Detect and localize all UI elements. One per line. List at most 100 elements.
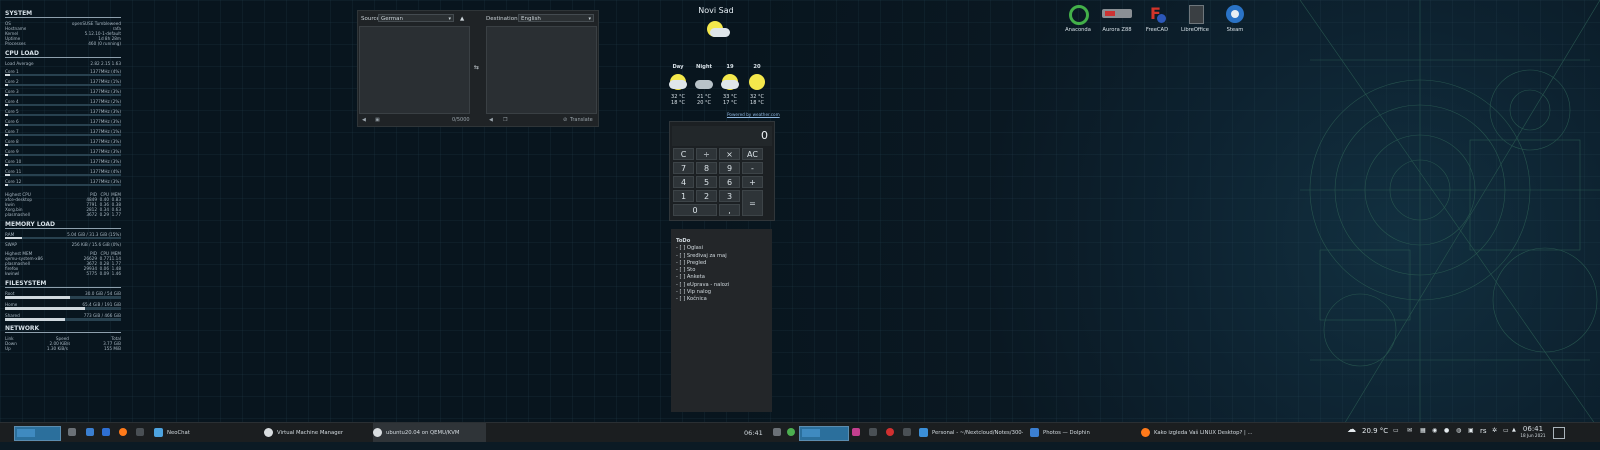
app-icon-gray[interactable] <box>903 428 911 436</box>
screen-icon[interactable] <box>773 428 781 436</box>
cpu-core-bar <box>5 174 121 176</box>
firefox-icon <box>1141 428 1150 437</box>
calculator-key[interactable]: AC <box>742 148 763 160</box>
todo-item: - [ ] Anketa <box>676 274 705 281</box>
translate-button[interactable]: Translate <box>570 117 593 124</box>
task-neochat[interactable]: NeoChat <box>154 423 190 442</box>
destination-text-area[interactable] <box>486 26 597 114</box>
calculator-key[interactable]: 7 <box>673 162 694 174</box>
weather-tray-icon[interactable]: ☁ <box>1347 425 1356 435</box>
sun-cloud-icon <box>666 73 690 91</box>
vivaldi-icon[interactable] <box>886 428 894 436</box>
section-title-memory: MEMORY LOAD <box>5 222 121 229</box>
todo-item: - [ ] Sto <box>676 267 696 274</box>
system-info-label: Processes <box>5 41 26 46</box>
app-menu-icon[interactable] <box>68 428 76 436</box>
process-cell: plasmashell <box>5 212 30 217</box>
calculator-key[interactable]: 0 <box>673 204 717 216</box>
refresh-icon[interactable] <box>787 428 795 436</box>
calculator-key[interactable]: 5 <box>696 176 717 188</box>
blueprint-decoration <box>1300 0 1600 431</box>
filesystem-bar <box>5 307 121 310</box>
firefox-icon[interactable] <box>119 428 127 436</box>
destination-language-value: English <box>521 16 541 22</box>
show-desktop-button[interactable] <box>1553 427 1565 439</box>
speak-target-icon[interactable]: ◀ <box>489 117 493 124</box>
mail-icon[interactable]: ✉ <box>1407 427 1412 434</box>
desktop-icon-libreoffice[interactable]: LibreOffice <box>1175 4 1215 33</box>
cpu-core-bar <box>5 134 121 136</box>
clock[interactable]: 06:41 18 Jun 2021 <box>1520 425 1546 438</box>
swap-languages-button[interactable]: ⇆ <box>474 64 479 71</box>
calculator-key[interactable]: × <box>719 148 740 160</box>
system-info-row: Processes 460 (0 running) <box>5 41 121 46</box>
cpu-core-bar <box>5 144 121 146</box>
section-title-system: SYSTEM <box>5 11 121 18</box>
terminal-icon[interactable] <box>869 428 877 436</box>
dolphin-icon <box>1030 428 1039 437</box>
updates-icon[interactable]: ◍ <box>1456 427 1461 434</box>
task-label: Photos — Dolphin <box>1043 429 1090 436</box>
task-ubuntu-vm[interactable]: ubuntu20.04 on QEMU/KVM <box>373 423 486 442</box>
task-dolphin-photos[interactable]: Photos — Dolphin <box>1030 423 1134 442</box>
destination-language-select[interactable]: English ▾ <box>518 14 594 22</box>
process-cell: 0.09 <box>99 271 109 276</box>
kde-connect-icon[interactable]: ● <box>1444 427 1449 434</box>
nextcloud-icon[interactable]: ◉ <box>1432 427 1437 434</box>
temperature-tray[interactable]: 20.9 °C <box>1362 427 1388 435</box>
network-icon[interactable]: ▭ <box>1503 427 1509 434</box>
source-language-select[interactable]: German ▾ <box>378 14 454 22</box>
calculator-key[interactable]: 2 <box>696 190 717 202</box>
desktop-icon-aurora-z88[interactable]: Aurora Z88 <box>1097 4 1137 33</box>
calculator-key[interactable]: ÷ <box>696 148 717 160</box>
app-icon-pink[interactable] <box>852 428 860 436</box>
calculator-key[interactable]: 9 <box>719 162 740 174</box>
cpu-core-bar-fill <box>5 114 9 116</box>
virt-manager-icon <box>373 428 382 437</box>
calculator-key[interactable]: 8 <box>696 162 717 174</box>
destination-label: Destination <box>486 16 518 22</box>
source-text-area[interactable] <box>359 26 470 114</box>
cpu-core-bar-fill <box>5 124 9 126</box>
task-virtual-machine-manager[interactable]: Virtual Machine Manager <box>264 423 364 442</box>
calculator-key[interactable]: 3 <box>719 190 740 202</box>
cpu-core-bar-fill <box>5 174 10 176</box>
clipboard-icon[interactable]: ▭ <box>1393 427 1399 434</box>
powered-by-link[interactable]: Powered by weather.com <box>727 112 780 117</box>
network-cell: 1.30 KiB/s <box>46 346 68 351</box>
paste-icon[interactable]: ▣ <box>375 117 380 124</box>
bluetooth-icon[interactable]: ✲ <box>1492 427 1497 434</box>
cpu-core-bar <box>5 74 121 76</box>
keepassxc-icon[interactable]: ▦ <box>1420 427 1426 434</box>
keyboard-layout[interactable]: rs <box>1480 427 1487 435</box>
desktop-icon-freecad[interactable]: F FreeCAD <box>1137 4 1177 34</box>
calculator-key[interactable]: C <box>673 148 694 160</box>
speak-source-icon[interactable]: ◀ <box>362 117 366 124</box>
calculator-key[interactable]: = <box>742 190 763 216</box>
terminal-icon[interactable] <box>136 428 144 436</box>
calculator-key[interactable]: 6 <box>719 176 740 188</box>
calculator-key[interactable]: 4 <box>673 176 694 188</box>
calculator-key[interactable]: 1 <box>673 190 694 202</box>
virtual-desktop-pager-2[interactable] <box>799 426 849 441</box>
dolphin-icon[interactable] <box>86 428 94 436</box>
calculator-key[interactable]: , <box>719 204 740 216</box>
chevron-up-icon[interactable]: ▲ <box>1512 427 1516 433</box>
translate-icon: ⊘ <box>563 117 568 123</box>
desktop-icon-anaconda[interactable]: Anaconda <box>1058 4 1098 33</box>
task-firefox[interactable]: Kako izgleda Vaš LINUX Desktop? | ... <box>1141 423 1255 442</box>
copy-icon[interactable]: ❐ <box>503 117 507 124</box>
swap-up-icon[interactable]: ▲ <box>460 16 464 22</box>
clock-left[interactable]: 06:41 <box>744 423 763 442</box>
calculator-key[interactable]: + <box>742 176 763 188</box>
lock-icon[interactable]: ▣ <box>1468 427 1474 434</box>
process-cell: 1.77 <box>111 212 121 217</box>
todo-note-widget[interactable]: ToDo - [ ] Oglasi - [ ] Sređivaj za maj - … <box>671 229 772 412</box>
calculator-key[interactable]: - <box>742 162 763 174</box>
task-notes[interactable]: Personal - ~/Nextcloud/Notes/300-... <box>919 423 1023 442</box>
desktop-icon-steam[interactable]: Steam <box>1215 4 1255 33</box>
virtual-desktop-pager[interactable] <box>14 426 61 441</box>
system-monitor-widget: SYSTEM OS openSUSE Tumbleweed Hostname rafa… <box>5 6 121 351</box>
section-title-filesystem: FILESYSTEM <box>5 281 121 288</box>
files-icon[interactable] <box>102 428 110 436</box>
